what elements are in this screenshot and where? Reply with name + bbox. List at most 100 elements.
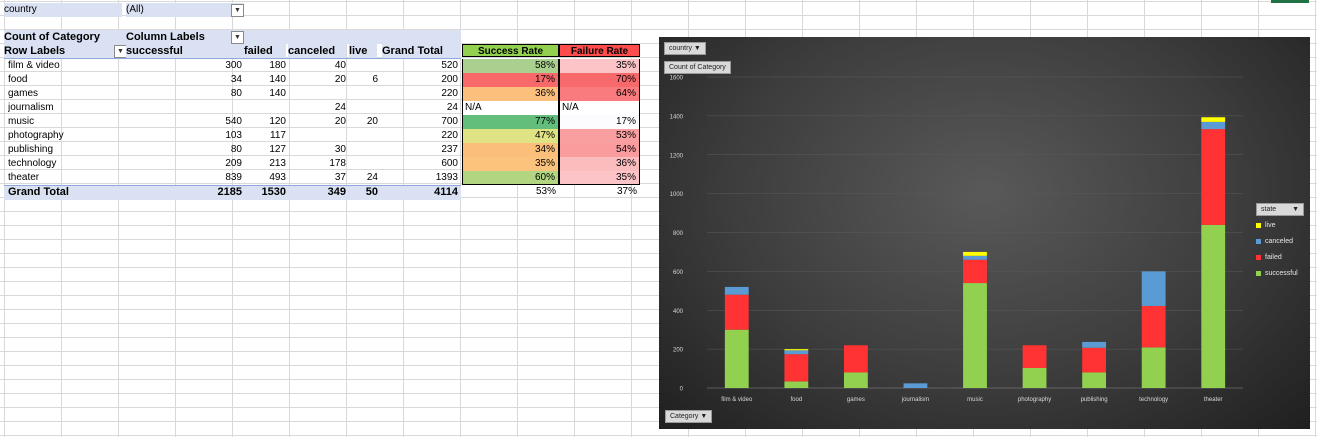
success-rate-cell[interactable]: 60% [462,171,559,185]
pivot-cell-total[interactable]: 200 [400,73,458,87]
pivot-cell-successful[interactable]: 540 [190,115,242,129]
filter-value[interactable]: (All) [126,3,244,17]
legend-item-failed[interactable]: failed [1256,250,1304,266]
pivot-cell-failed[interactable]: 117 [240,129,286,143]
pivot-cell-successful[interactable]: 80 [190,87,242,101]
filter-dropdown-icon[interactable]: ▼ [231,4,244,17]
success-rate-cell[interactable]: 36% [462,87,559,101]
pivot-cell-label[interactable]: publishing [8,143,118,157]
pivot-cell-successful[interactable]: 80 [190,143,242,157]
bar-live-theater[interactable] [1201,117,1226,122]
pivot-cell-live[interactable]: 6 [348,73,378,87]
failure-rate-cell[interactable]: N/A [559,101,640,115]
legend-item-canceled[interactable]: canceled [1256,234,1304,250]
bar-successful-games[interactable] [843,372,868,388]
pivot-cell-canceled[interactable]: 30 [300,143,346,157]
bar-successful-music[interactable] [963,283,987,388]
pivot-cell-canceled[interactable]: 178 [300,157,346,171]
bar-successful-publishing[interactable] [1082,372,1107,388]
pivot-cell-canceled[interactable]: 20 [300,115,346,129]
pivot-cell-total[interactable]: 24 [400,101,458,115]
failure-rate-cell[interactable]: 54% [559,143,640,157]
pivot-cell-total[interactable]: 220 [400,129,458,143]
bar-successful-food[interactable] [784,381,809,388]
bar-live-food[interactable] [784,349,809,351]
pivot-cell-canceled[interactable] [300,87,346,101]
pivot-cell-successful[interactable] [190,101,242,115]
pivot-cell-live[interactable] [348,101,378,115]
pivot-cell-live[interactable] [348,59,378,73]
failure-rate-cell[interactable]: 17% [559,115,640,129]
bar-canceled-music[interactable] [963,255,987,260]
pivot-cell-canceled[interactable]: 37 [300,171,346,185]
bar-canceled-technology[interactable] [1141,271,1166,306]
pivot-cell-failed[interactable]: 120 [240,115,286,129]
pivot-cell-successful[interactable]: 34 [190,73,242,87]
pivot-cell-canceled[interactable]: 24 [300,101,346,115]
bar-canceled-theater[interactable] [1201,121,1226,130]
pivot-cell-total[interactable]: 237 [400,143,458,157]
pivot-cell-failed[interactable]: 127 [240,143,286,157]
bar-successful-theater[interactable] [1201,224,1226,388]
bar-failed-food[interactable] [784,354,809,382]
pivot-cell-total[interactable]: 520 [400,59,458,73]
pivot-cell-label[interactable]: music [8,115,118,129]
pivot-cell-failed[interactable]: 213 [240,157,286,171]
bar-failed-music[interactable] [963,259,987,284]
pivot-cell-failed[interactable]: 140 [240,87,286,101]
success-rate-cell[interactable]: 35% [462,157,559,171]
pivot-cell-label[interactable]: theater [8,171,118,185]
bar-successful-photography[interactable] [1022,367,1047,388]
column-labels-dropdown-icon[interactable]: ▼ [231,31,244,44]
bar-canceled-journalism[interactable] [903,383,928,388]
pivot-cell-successful[interactable]: 103 [190,129,242,143]
pivot-chart[interactable]: country ▼ Count of Category 0 200 400 600 80… [659,37,1310,429]
bar-failed-games[interactable] [843,345,868,373]
bar-failed-theater[interactable] [1201,129,1226,225]
pivot-cell-successful[interactable]: 839 [190,171,242,185]
bar-canceled-publishing[interactable] [1082,341,1107,348]
success-rate-cell[interactable]: 77% [462,115,559,129]
bar-failed-film-video[interactable] [724,294,749,330]
pivot-cell-total[interactable]: 1393 [400,171,458,185]
pivot-cell-successful[interactable]: 300 [190,59,242,73]
success-rate-cell[interactable]: 47% [462,129,559,143]
pivot-cell-label[interactable]: food [8,73,118,87]
failure-rate-cell[interactable]: 53% [559,129,640,143]
pivot-cell-failed[interactable]: 140 [240,73,286,87]
pivot-cell-label[interactable]: technology [8,157,118,171]
chart-category-button[interactable]: Category ▼ [665,410,713,423]
pivot-cell-live[interactable] [348,157,378,171]
pivot-cell-successful[interactable]: 209 [190,157,242,171]
pivot-cell-total[interactable]: 700 [400,115,458,129]
pivot-cell-canceled[interactable] [300,129,346,143]
pivot-cell-label[interactable]: journalism [8,101,118,115]
pivot-cell-failed[interactable]: 180 [240,59,286,73]
success-rate-cell[interactable]: N/A [462,101,559,115]
pivot-cell-failed[interactable] [240,101,286,115]
success-rate-cell[interactable]: 34% [462,143,559,157]
pivot-cell-label[interactable]: film & video [8,59,118,73]
bar-live-music[interactable] [963,251,987,256]
pivot-cell-total[interactable]: 220 [400,87,458,101]
bar-failed-publishing[interactable] [1082,347,1107,373]
bar-canceled-food[interactable] [784,350,809,355]
pivot-cell-failed[interactable]: 493 [240,171,286,185]
bar-failed-technology[interactable] [1141,305,1166,348]
pivot-cell-live[interactable]: 20 [348,115,378,129]
bar-failed-photography[interactable] [1022,345,1047,368]
pivot-cell-live[interactable]: 24 [348,171,378,185]
bar-successful-film-video[interactable] [724,329,749,388]
pivot-cell-live[interactable] [348,87,378,101]
bar-canceled-film-video[interactable] [724,286,749,295]
failure-rate-cell[interactable]: 35% [559,59,640,73]
failure-rate-cell[interactable]: 64% [559,87,640,101]
legend-item-successful[interactable]: successful [1256,266,1304,282]
failure-rate-cell[interactable]: 70% [559,73,640,87]
legend-state-button[interactable]: state ▼ [1256,203,1304,216]
failure-rate-cell[interactable]: 35% [559,171,640,185]
success-rate-cell[interactable]: 17% [462,73,559,87]
success-rate-cell[interactable]: 58% [462,59,559,73]
pivot-cell-live[interactable] [348,129,378,143]
bar-successful-technology[interactable] [1141,347,1166,388]
